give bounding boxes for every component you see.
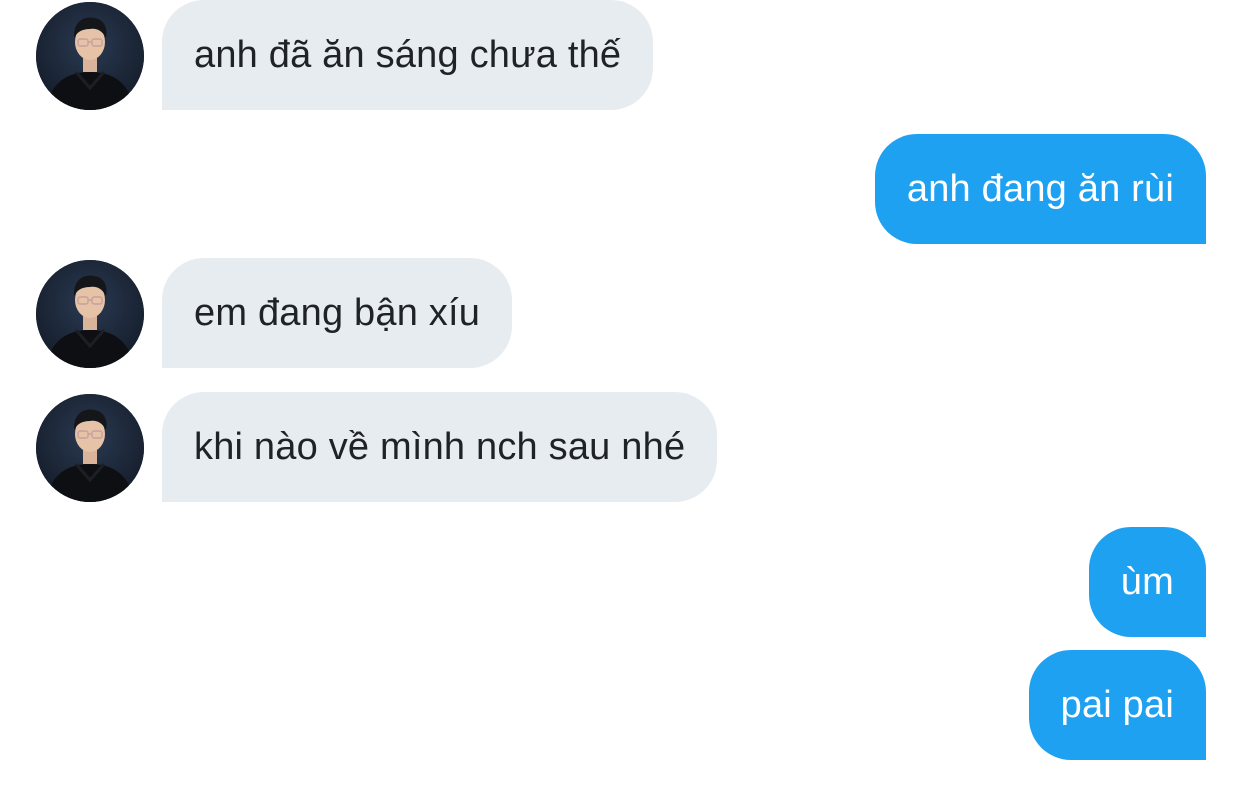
incoming-message-bubble[interactable]: khi nào về mình nch sau nhé <box>162 392 718 502</box>
message-text: ùm <box>1120 560 1174 603</box>
incoming-message-bubble[interactable]: anh đã ăn sáng chưa thế <box>162 0 654 110</box>
contact-avatar[interactable] <box>36 2 144 110</box>
outgoing-message-bubble[interactable]: anh đang ăn rùi <box>874 134 1206 244</box>
message-text: anh đang ăn rùi <box>906 167 1174 210</box>
contact-avatar[interactable] <box>36 394 144 502</box>
contact-avatar-photo-icon <box>36 260 144 368</box>
incoming-message-bubble[interactable]: em đang bận xíu <box>162 258 513 368</box>
message-text: em đang bận xíu <box>194 291 481 334</box>
message-text: anh đã ăn sáng chưa thế <box>194 33 622 76</box>
contact-avatar[interactable] <box>36 260 144 368</box>
message-text: khi nào về mình nch sau nhé <box>194 425 686 468</box>
contact-avatar-photo-icon <box>36 394 144 502</box>
outgoing-message-bubble[interactable]: ùm <box>1088 527 1206 637</box>
contact-avatar-photo-icon <box>36 2 144 110</box>
outgoing-message-bubble[interactable]: pai pai <box>1028 650 1206 760</box>
message-text: pai pai <box>1060 683 1174 726</box>
